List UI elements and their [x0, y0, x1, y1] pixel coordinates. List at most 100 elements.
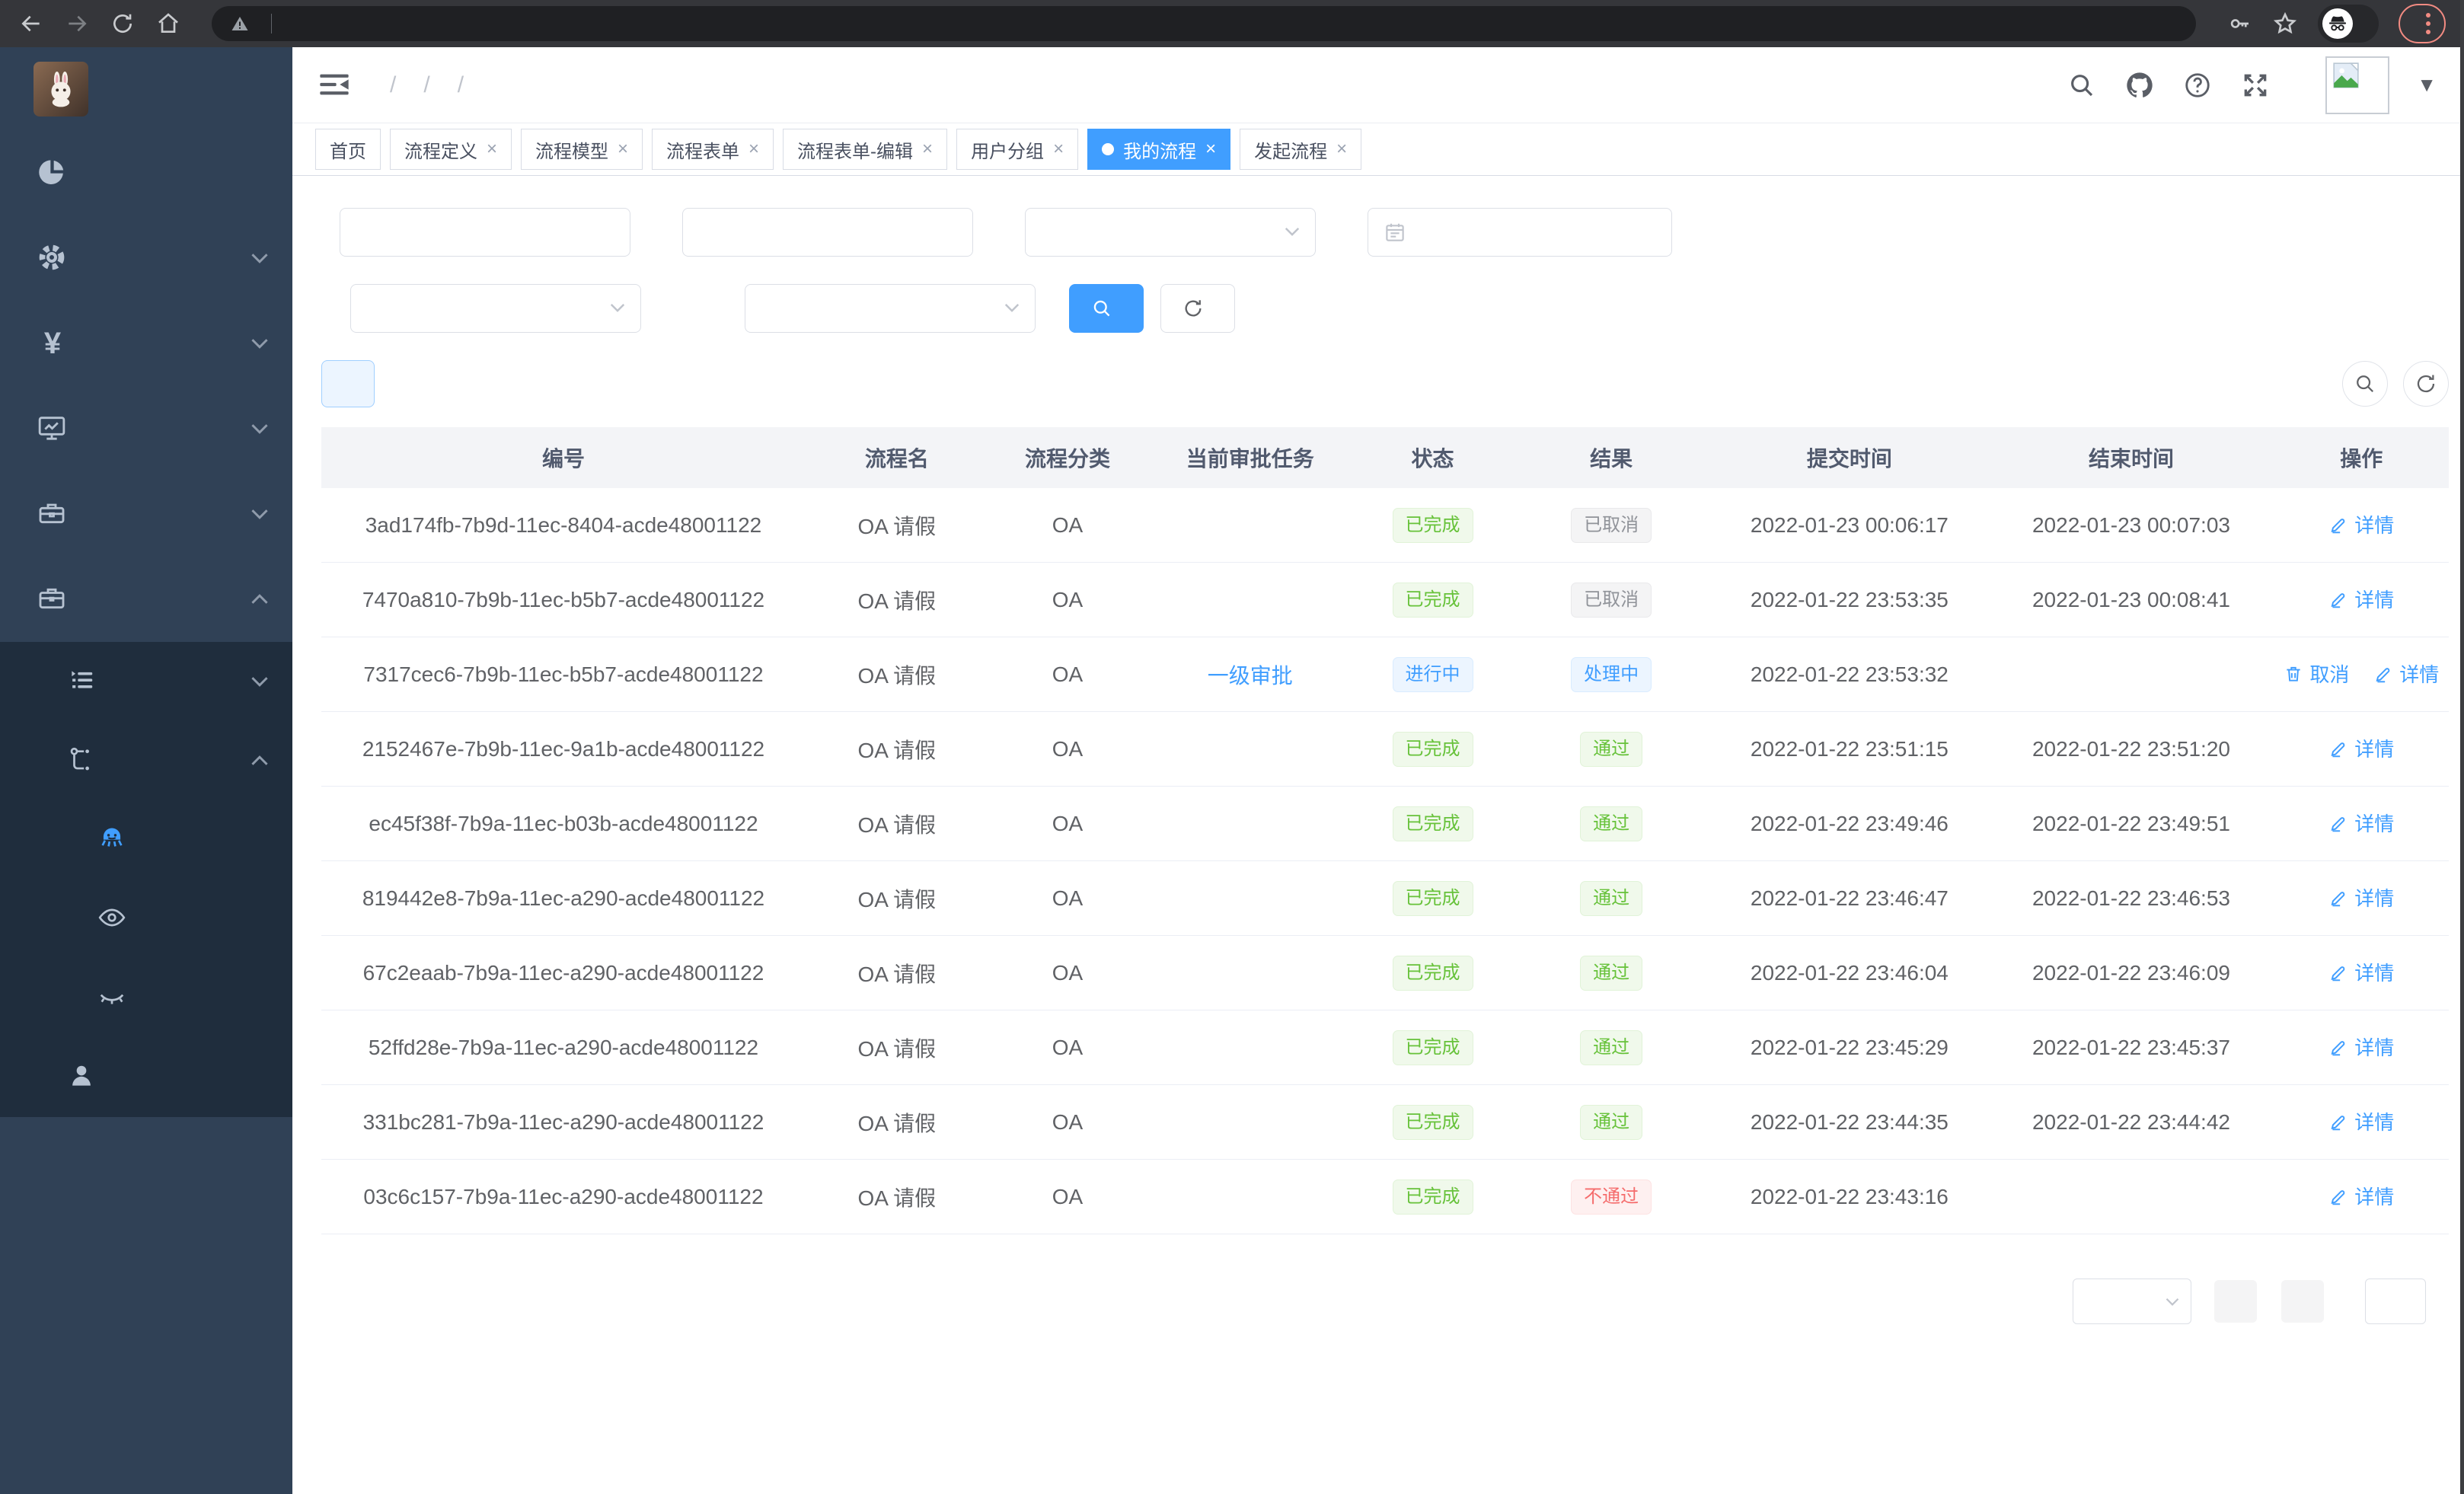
reset-button[interactable]: [1160, 284, 1235, 333]
tab-close-icon[interactable]: ×: [618, 140, 628, 158]
breadcrumb: / / /: [376, 72, 477, 98]
tab-close-icon[interactable]: ×: [487, 140, 497, 158]
table-column-header[interactable]: 流程分类: [988, 442, 1147, 473]
sidebar-collapse-icon[interactable]: [320, 72, 350, 98]
table-row[interactable]: 819442e8-7b9a-11ec-a290-acde48001122 OA …: [321, 861, 2449, 936]
sidebar-item-pay[interactable]: ¥: [0, 301, 292, 386]
avatar[interactable]: [2325, 56, 2389, 114]
table-row[interactable]: 52ffd28e-7b9a-11ec-a290-acde48001122 OA …: [321, 1010, 2449, 1085]
back-icon[interactable]: [18, 11, 44, 37]
detail-action[interactable]: 详情: [2328, 1182, 2394, 1210]
tab-close-icon[interactable]: ×: [748, 140, 759, 158]
process-category-select[interactable]: [1025, 208, 1316, 257]
sidebar-item-devtools[interactable]: [0, 471, 292, 557]
table-column-header[interactable]: 操作: [2274, 442, 2449, 473]
date-range-picker[interactable]: [1368, 208, 1672, 257]
table-row[interactable]: ec45f38f-7b9a-11ec-b03b-acde48001122 OA …: [321, 787, 2449, 861]
next-page-button[interactable]: [2281, 1280, 2324, 1323]
tab-close-icon[interactable]: ×: [922, 140, 933, 158]
trash-icon: [2284, 664, 2303, 684]
table-row[interactable]: 67c2eaab-7b9a-11ec-a290-acde48001122 OA …: [321, 936, 2449, 1010]
detail-action[interactable]: 详情: [2373, 659, 2439, 688]
detail-action[interactable]: 详情: [2328, 883, 2394, 911]
page-size-select[interactable]: [2073, 1279, 2191, 1324]
tab-close-icon[interactable]: ×: [1205, 140, 1216, 158]
not-secure-warning-icon: [230, 14, 250, 33]
edit-pen-icon: [2328, 888, 2348, 908]
sidebar-item-system[interactable]: [0, 215, 292, 301]
table-row[interactable]: 3ad174fb-7b9d-11ec-8404-acde48001122 OA …: [321, 488, 2449, 563]
address-bar[interactable]: [212, 6, 2196, 41]
goto-page-input[interactable]: [2365, 1279, 2426, 1324]
cancel-action[interactable]: 取消: [2284, 659, 2349, 688]
view-tab[interactable]: 流程模型 ×: [521, 129, 643, 170]
tab-close-icon[interactable]: ×: [1053, 140, 1064, 158]
actions-cell: 详情: [2274, 734, 2449, 764]
github-icon[interactable]: [2124, 70, 2155, 101]
result-cell: 通过: [1512, 1030, 1711, 1065]
help-icon[interactable]: [2182, 70, 2213, 101]
status-select[interactable]: [350, 284, 641, 333]
table-column-header[interactable]: 结果: [1512, 442, 1711, 473]
table-row[interactable]: 7317cec6-7b9b-11ec-b5b7-acde48001122 OA …: [321, 637, 2449, 712]
sidebar-item-process-manage[interactable]: [0, 642, 292, 721]
process-definition-input[interactable]: [682, 208, 973, 257]
forward-icon[interactable]: [64, 11, 90, 37]
table-body: 3ad174fb-7b9d-11ec-8404-acde48001122 OA …: [321, 488, 2449, 1234]
reload-icon[interactable]: [110, 11, 136, 37]
sidebar-item-workflow[interactable]: [0, 557, 292, 642]
detail-action[interactable]: 详情: [2328, 1033, 2394, 1061]
view-tab[interactable]: 用户分组 ×: [956, 129, 1078, 170]
current-task-link[interactable]: 一级审批: [1208, 664, 1293, 688]
end-time-cell: 2022-01-22 23:51:20: [1988, 737, 2274, 761]
tab-close-icon[interactable]: ×: [1336, 140, 1347, 158]
table-column-header[interactable]: 流程名: [806, 442, 988, 473]
search-icon[interactable]: [2067, 70, 2097, 101]
bookmark-star-icon[interactable]: [2272, 11, 2298, 37]
sidebar-item-todo-task[interactable]: [0, 879, 292, 959]
sidebar-item-home[interactable]: [0, 130, 292, 215]
password-key-icon[interactable]: [2226, 11, 2252, 37]
fullscreen-icon[interactable]: [2240, 70, 2271, 101]
view-tab[interactable]: 流程表单-编辑 ×: [783, 129, 947, 170]
table-row[interactable]: 03c6c157-7b9a-11ec-a290-acde48001122 OA …: [321, 1160, 2449, 1234]
table-column-header[interactable]: 提交时间: [1710, 442, 1988, 473]
view-tab[interactable]: 发起流程 ×: [1240, 129, 1361, 170]
sidebar-item-done-task[interactable]: [0, 959, 292, 1038]
table-search-toggle-button[interactable]: [2342, 361, 2388, 407]
table-column-header[interactable]: 结束时间: [1988, 442, 2274, 473]
table-row[interactable]: 2152467e-7b9b-11ec-9a1b-acde48001122 OA …: [321, 712, 2449, 787]
browser-menu-icon[interactable]: [2426, 13, 2430, 34]
detail-action[interactable]: 详情: [2328, 958, 2394, 986]
home-icon[interactable]: [155, 11, 181, 37]
view-tab[interactable]: 流程定义 ×: [390, 129, 512, 170]
table-row[interactable]: 7470a810-7b9b-11ec-b5b7-acde48001122 OA …: [321, 563, 2449, 637]
detail-action[interactable]: 详情: [2328, 734, 2394, 762]
sidebar-item-leave-query[interactable]: [0, 1038, 292, 1117]
table-column-header[interactable]: 状态: [1353, 442, 1512, 473]
view-tab[interactable]: 首页: [315, 129, 381, 170]
process-name-input[interactable]: [340, 208, 630, 257]
prev-page-button[interactable]: [2214, 1280, 2257, 1323]
detail-action[interactable]: 详情: [2328, 809, 2394, 837]
status-cell: 已完成: [1353, 732, 1512, 767]
detail-action[interactable]: 详情: [2328, 1107, 2394, 1135]
table-column-header[interactable]: 编号: [321, 442, 806, 473]
avatar-caret-down-icon[interactable]: ▼: [2417, 73, 2437, 97]
sidebar-item-infra[interactable]: [0, 386, 292, 471]
view-tab[interactable]: 流程表单 ×: [652, 129, 774, 170]
search-button[interactable]: [1069, 284, 1144, 333]
dashboard-icon: [37, 157, 69, 189]
start-process-button[interactable]: [321, 360, 375, 407]
table-refresh-button[interactable]: [2403, 361, 2449, 407]
detail-action[interactable]: 详情: [2328, 510, 2394, 538]
browser-update-button[interactable]: [2399, 4, 2446, 43]
sidebar-item-task-manage[interactable]: [0, 721, 292, 800]
sidebar-item-my-process[interactable]: [0, 800, 292, 879]
table-column-header[interactable]: 当前审批任务: [1147, 442, 1353, 473]
process-id-cell: 3ad174fb-7b9d-11ec-8404-acde48001122: [321, 513, 806, 538]
table-row[interactable]: 331bc281-7b9a-11ec-a290-acde48001122 OA …: [321, 1085, 2449, 1160]
view-tab[interactable]: 我的流程 ×: [1087, 129, 1230, 170]
result-select[interactable]: [745, 284, 1036, 333]
detail-action[interactable]: 详情: [2328, 585, 2394, 613]
